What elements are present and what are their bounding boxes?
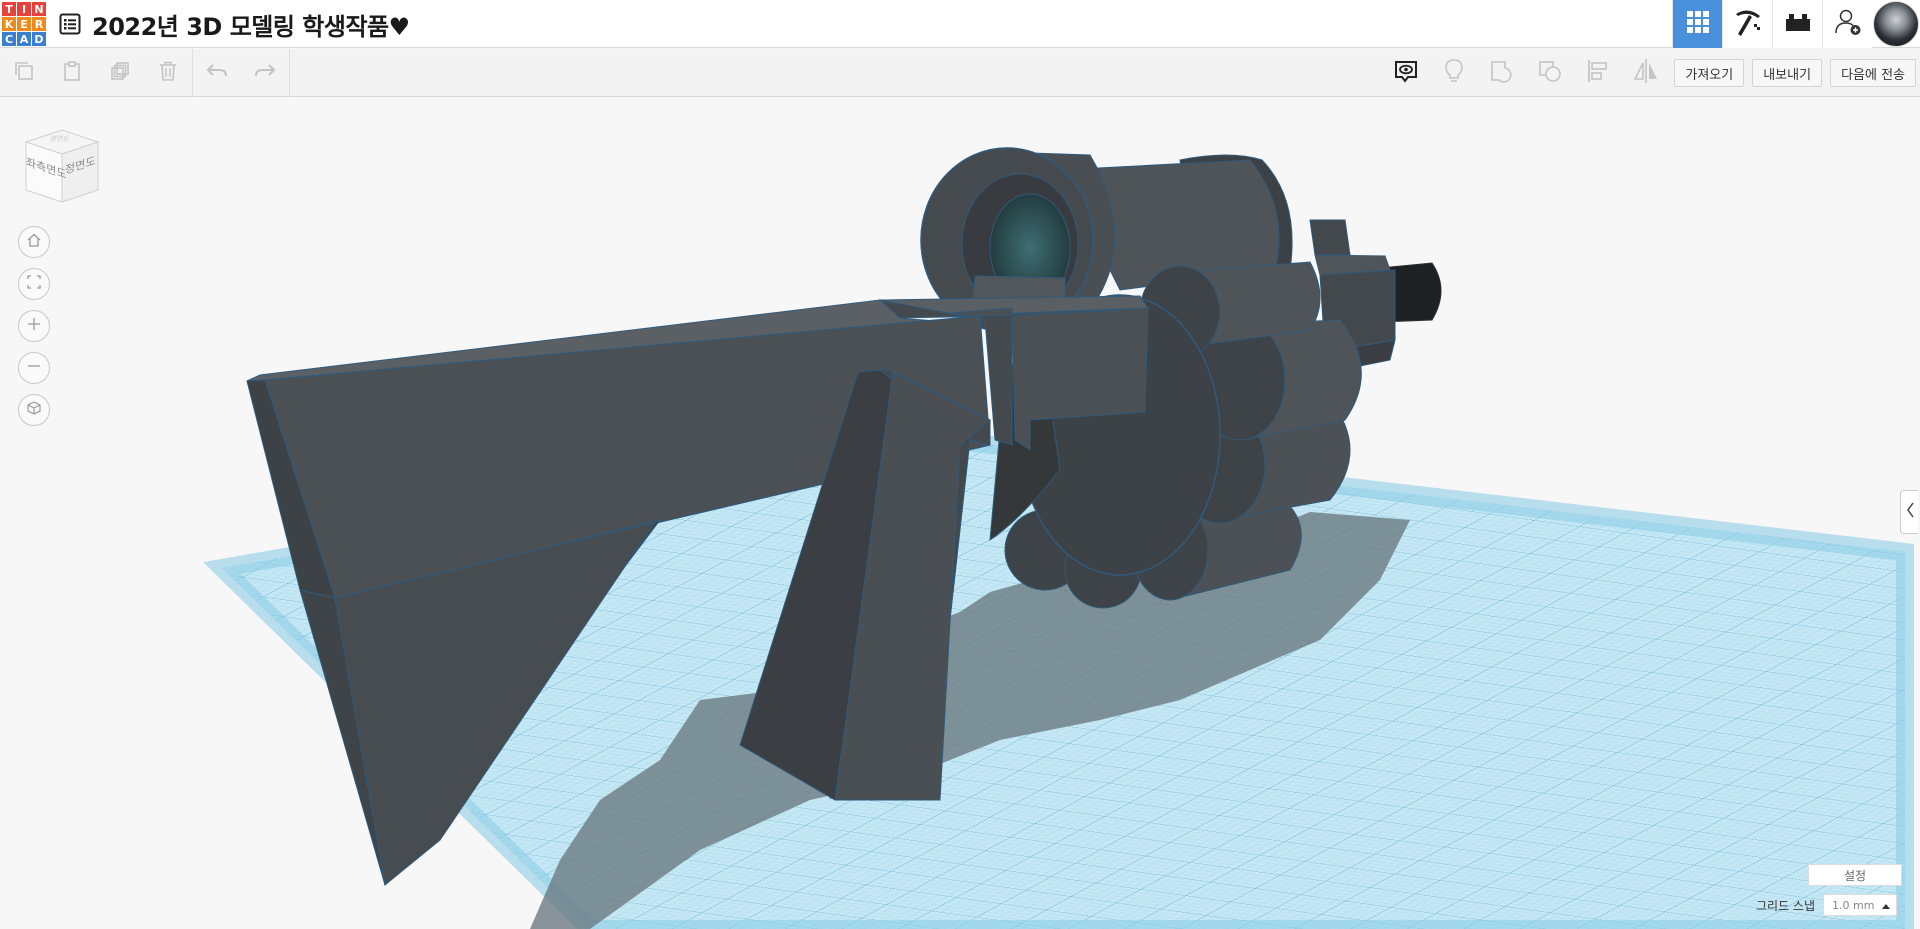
ungroup-icon xyxy=(1537,58,1563,88)
caret-up-icon xyxy=(1882,899,1891,912)
edit-toolbar: 가져오기 내보내기 다음에 전송 xyxy=(0,49,1920,97)
copy-icon xyxy=(13,60,35,86)
fit-view-button[interactable] xyxy=(18,268,50,300)
delete-button[interactable] xyxy=(144,49,192,97)
pickaxe-icon xyxy=(1732,6,1764,42)
grid-view-icon xyxy=(1685,9,1711,39)
perspective-toggle-button[interactable] xyxy=(18,394,50,426)
home-view-button[interactable] xyxy=(18,226,50,258)
shape-actions: 가져오기 내보내기 다음에 전송 xyxy=(1382,49,1920,97)
paste-button[interactable] xyxy=(48,49,96,97)
logo-letter-r: R xyxy=(32,17,46,31)
add-user-icon xyxy=(1833,7,1863,41)
design-title[interactable]: 2022년 3D 모델링 학생작품♥ xyxy=(92,7,410,42)
top-bar: T I N K E R C A D 2022년 3D 모델링 학생작품♥ xyxy=(0,0,1920,48)
settings-button[interactable]: 설정 xyxy=(1808,864,1902,886)
send-to-button[interactable]: 다음에 전송 xyxy=(1830,59,1916,87)
zoom-out-button[interactable] xyxy=(18,352,50,384)
user-avatar[interactable] xyxy=(1873,1,1919,47)
logo-letter-i: I xyxy=(17,2,31,16)
grid-snap-control: 그리드 스냅 1.0 mm xyxy=(1756,894,1898,916)
view-cube[interactable]: 평면도 좌측면도 정면도 xyxy=(20,124,104,208)
zoom-in-button[interactable] xyxy=(18,310,50,342)
undo-button[interactable] xyxy=(193,49,241,97)
view-cube-top-face[interactable]: 평면도 xyxy=(48,134,71,144)
group-button[interactable] xyxy=(1478,49,1526,97)
logo-letter-d: D xyxy=(32,32,46,46)
logo-letter-a: A xyxy=(17,32,31,46)
chevron-left-icon xyxy=(1905,501,1915,523)
grid-snap-select[interactable]: 1.0 mm xyxy=(1823,894,1898,916)
logo-letter-e: E xyxy=(17,17,31,31)
minecraft-view-button[interactable] xyxy=(1722,0,1772,48)
paste-icon xyxy=(61,60,83,86)
notes-toggle-button[interactable] xyxy=(1382,49,1430,97)
light-bulb-icon xyxy=(1443,58,1465,88)
tinkercad-logo[interactable]: T I N K E R C A D xyxy=(2,2,46,46)
3d-design-view-button[interactable] xyxy=(1672,0,1722,48)
duplicate-button[interactable] xyxy=(96,49,144,97)
import-button[interactable]: 가져오기 xyxy=(1674,59,1745,87)
view-navigation xyxy=(18,226,50,426)
grid-snap-label: 그리드 스냅 xyxy=(1756,898,1816,913)
duplicate-icon xyxy=(109,60,131,86)
plus-icon xyxy=(26,316,42,336)
bricks-view-button[interactable] xyxy=(1772,0,1822,48)
align-button[interactable] xyxy=(1574,49,1622,97)
logo-letter-t: T xyxy=(2,2,16,16)
3d-workplane-viewport[interactable]: 평면도 좌측면도 정면도 xyxy=(0,98,1920,929)
grid-snap-value: 1.0 mm xyxy=(1832,898,1875,912)
copy-button[interactable] xyxy=(0,49,48,97)
align-icon xyxy=(1586,58,1610,88)
mirror-icon xyxy=(1632,58,1660,88)
trash-icon xyxy=(157,60,179,86)
minus-icon xyxy=(26,358,42,378)
logo-letter-c: C xyxy=(2,32,16,46)
3d-scene[interactable] xyxy=(0,98,1920,929)
light-bulb-button[interactable] xyxy=(1430,49,1478,97)
mirror-button[interactable] xyxy=(1622,49,1670,97)
home-icon xyxy=(26,232,42,252)
logo-letter-k: K xyxy=(2,17,16,31)
bricks-icon xyxy=(1784,11,1812,37)
eye-speech-bubble-icon xyxy=(1393,58,1419,88)
redo-icon xyxy=(253,61,277,85)
redo-button[interactable] xyxy=(241,49,289,97)
toolbar-divider xyxy=(289,49,290,97)
design-list-icon[interactable] xyxy=(58,12,82,36)
fit-view-icon xyxy=(26,274,42,294)
export-button[interactable]: 내보내기 xyxy=(1752,59,1823,87)
shapes-panel-toggle[interactable] xyxy=(1900,490,1918,534)
invite-user-button[interactable] xyxy=(1822,0,1872,48)
ungroup-button[interactable] xyxy=(1526,49,1574,97)
group-icon xyxy=(1489,58,1515,88)
undo-icon xyxy=(205,61,229,85)
logo-letter-n: N xyxy=(32,2,46,16)
edit-actions xyxy=(0,49,290,97)
top-right-nav xyxy=(1672,0,1920,48)
design-title-area: 2022년 3D 모델링 학생작품♥ xyxy=(58,7,410,42)
cube-icon xyxy=(26,400,42,420)
